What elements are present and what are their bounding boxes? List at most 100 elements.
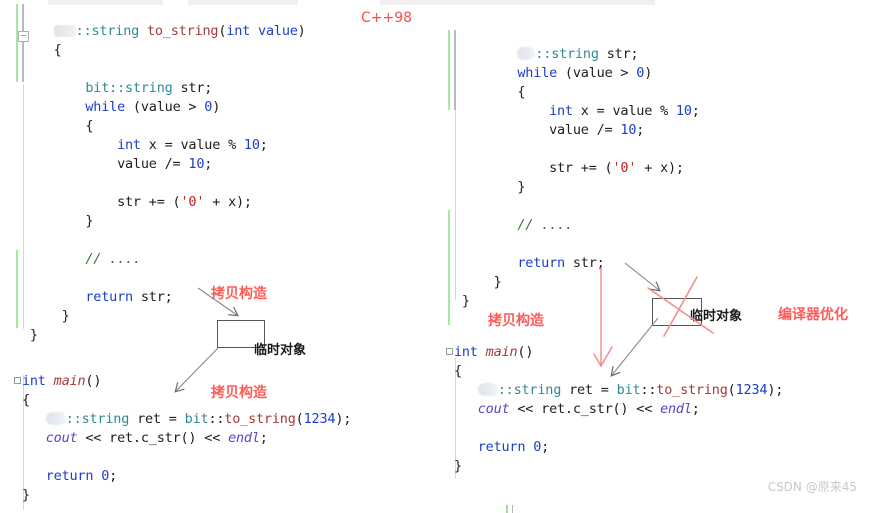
code-line: ::string to_string(int value)	[14, 22, 306, 41]
code-token-plain: }	[453, 458, 462, 474]
code-token-kw: return	[45, 468, 94, 484]
code-line: while (value > 0)	[446, 64, 700, 83]
code-token-plain: {	[85, 118, 94, 134]
code-token-plain: ret =	[129, 411, 185, 427]
screenshot-stage: − ::string to_string(int value) { bit::s…	[0, 0, 869, 513]
code-line: }	[446, 273, 700, 292]
code-token-plain: }	[85, 213, 94, 229]
code-line: return str;	[446, 254, 700, 273]
code-token-plain: (value >	[125, 99, 205, 115]
code-token-fn: to_string	[656, 382, 728, 398]
code-token-plain: )	[644, 65, 653, 81]
code-token-strm: cout	[477, 401, 510, 417]
code-token-plain: << ret.c_str() <<	[77, 430, 229, 446]
code-token-strm: endl	[660, 401, 692, 417]
code-token-plain: {	[21, 392, 30, 408]
code-token-plain: }	[461, 293, 470, 309]
code-token-num: 1234	[303, 411, 336, 427]
code-token-strm: endl	[228, 430, 260, 446]
code-token-plain: }	[517, 179, 526, 195]
code-token-type: bit	[616, 382, 641, 398]
code-token-num: 0	[533, 439, 542, 455]
code-token-plain: )	[212, 99, 221, 115]
code-token-chr: '0'	[180, 194, 205, 210]
code-line: }	[14, 486, 351, 505]
code-line: return 0;	[446, 438, 783, 457]
code-token-cmt: // ....	[517, 217, 573, 233]
code-line: return 0;	[14, 467, 351, 486]
code-block-main-right[interactable]: int main() { ::string ret = bit::to_stri…	[446, 343, 783, 476]
code-token-plain: str += (	[549, 160, 613, 176]
annotation-copy-ctor-2-left: 拷贝构造	[211, 385, 267, 401]
code-token-num: 10	[675, 103, 692, 119]
code-line: int x = value % 10;	[446, 102, 700, 121]
code-line: // ....	[446, 216, 700, 235]
code-token-chr: '0'	[612, 160, 637, 176]
code-line: value /= 10;	[14, 155, 306, 174]
code-line: {	[14, 391, 351, 410]
code-token-plain: ;	[541, 439, 550, 455]
code-token-plain: ::	[640, 382, 657, 398]
redacted-namespace-token	[477, 383, 498, 396]
code-line: ::string str;	[446, 45, 700, 64]
code-line: int main()	[446, 343, 783, 362]
code-token-kw: return	[477, 439, 526, 455]
code-token-plain: ;	[636, 122, 645, 138]
editor-pane-right[interactable]: ::string str; while (value > 0) { int x …	[434, 0, 869, 513]
redacted-namespace-token	[53, 25, 76, 37]
code-token-type: ::string	[535, 46, 599, 62]
editor-pane-left[interactable]: − ::string to_string(int value) { bit::s…	[0, 0, 434, 513]
code-block-main-left[interactable]: int main() { ::string ret = bit::to_stri…	[14, 372, 351, 505]
code-line: ::string ret = bit::to_string(1234);	[446, 381, 783, 400]
code-token-plain: ()	[517, 344, 534, 360]
code-token-plain: ;	[204, 156, 213, 172]
code-token-plain: {	[453, 363, 462, 379]
code-block-to-string-right[interactable]: ::string str; while (value > 0) { int x …	[446, 45, 700, 311]
code-line: value /= 10;	[446, 121, 700, 140]
code-token-plain: value /=	[549, 122, 621, 138]
code-token-plain: ;	[691, 401, 700, 417]
code-token-fn: to_string	[224, 411, 296, 427]
code-token-plain: + x);	[204, 194, 252, 210]
code-line: ::string ret = bit::to_string(1234);	[14, 410, 351, 429]
code-token-plain: ;	[109, 468, 118, 484]
code-line: {	[446, 362, 783, 381]
code-token-plain: {	[53, 42, 62, 58]
code-line: cout << ret.c_str() << endl;	[446, 400, 783, 419]
code-line: while (value > 0)	[14, 98, 306, 117]
code-token-plain: str += (	[117, 194, 181, 210]
code-token-plain: }	[493, 274, 502, 290]
code-token-kw: int	[21, 373, 46, 389]
code-token-plain: str;	[132, 289, 173, 305]
code-token-num: 10	[620, 122, 637, 138]
code-token-plain: }	[29, 327, 38, 343]
